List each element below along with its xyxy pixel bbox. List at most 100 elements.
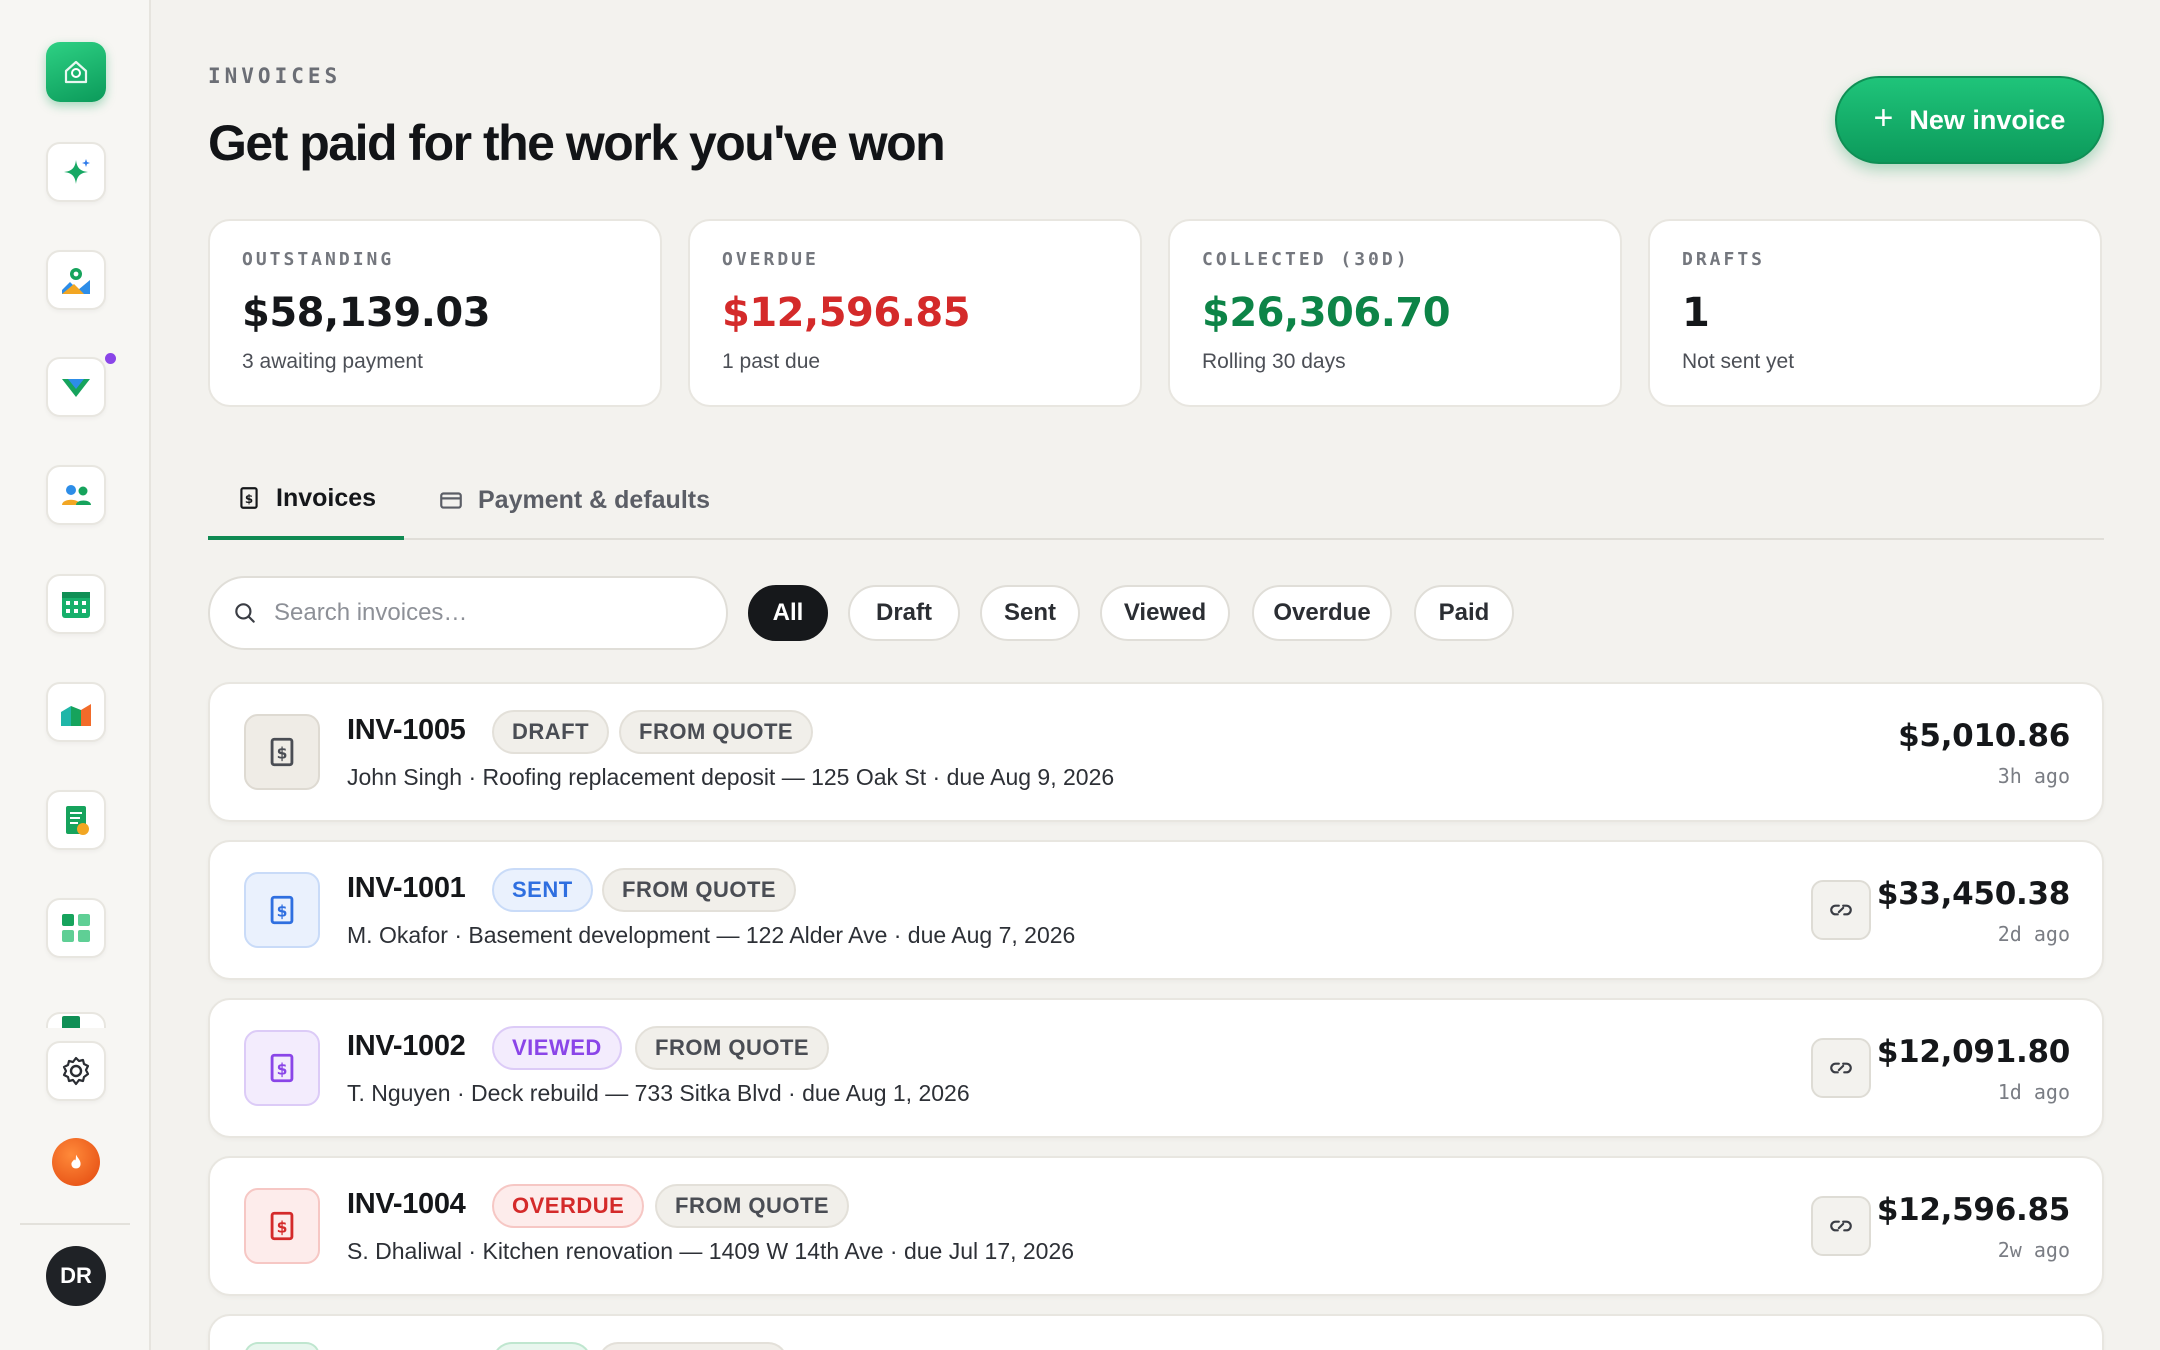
- svg-text:$: $: [277, 1060, 288, 1078]
- stat-value: 1: [1682, 290, 1710, 336]
- more-nav-item[interactable]: [46, 1012, 106, 1028]
- receipt-icon: $: [270, 895, 294, 925]
- stat-overdue: OVERDUE $12,596.85 1 past due: [688, 219, 1142, 407]
- svg-text:$: $: [277, 744, 288, 762]
- leads-icon: [62, 379, 90, 397]
- filter-draft[interactable]: Draft: [848, 585, 960, 641]
- plus-icon: +: [1873, 99, 1894, 137]
- leads-button[interactable]: [46, 353, 116, 417]
- map-button[interactable]: [46, 250, 106, 310]
- user-avatar[interactable]: DR: [46, 1246, 106, 1306]
- search-input[interactable]: [274, 599, 694, 627]
- invoice-id: INV-1004: [347, 1188, 466, 1220]
- stat-collected: COLLECTED (30D) $26,306.70 Rolling 30 da…: [1168, 219, 1622, 407]
- reports-icon: [61, 704, 91, 726]
- home-button[interactable]: [46, 42, 106, 102]
- copy-link-button[interactable]: [1811, 1038, 1871, 1098]
- stat-value: $58,139.03: [242, 290, 491, 336]
- receipt-icon: $: [270, 1211, 294, 1241]
- apps-icon: [62, 914, 90, 942]
- stat-subtext: 1 past due: [722, 350, 821, 373]
- filter-sent[interactable]: Sent: [980, 585, 1080, 641]
- invoice-row[interactable]: $ INV-1002 VIEWED FROM QUOTE T. Nguyen ·…: [208, 998, 2104, 1138]
- filter-viewed[interactable]: Viewed: [1100, 585, 1230, 641]
- sparkle-icon: [64, 159, 90, 184]
- source-badge: FROM QUOTE: [655, 1184, 850, 1228]
- calendar-button[interactable]: [46, 574, 106, 634]
- tab-payment-defaults[interactable]: Payment & defaults: [438, 460, 710, 540]
- invoice-id: INV-1005: [347, 714, 466, 746]
- svg-text:$: $: [277, 902, 288, 920]
- source-badge: FROM QUOTE: [619, 710, 814, 754]
- assistant-button[interactable]: [46, 142, 106, 202]
- invoice-amount: $12,596.85: [1876, 1192, 2070, 1228]
- search-icon: [235, 603, 255, 623]
- filter-overdue[interactable]: Overdue: [1252, 585, 1392, 641]
- copy-link-button[interactable]: [1811, 1196, 1871, 1256]
- stat-label: DRAFTS: [1682, 249, 1766, 270]
- source-badge: [598, 1342, 788, 1350]
- streak-icon: [71, 1154, 81, 1169]
- sidebar-divider: [20, 1223, 130, 1225]
- tab-bar: $ Invoices Payment & defaults: [208, 460, 2104, 540]
- status-badge: [492, 1342, 592, 1350]
- new-invoice-label: New invoice: [1909, 104, 2066, 135]
- stats-cards: OUTSTANDING $58,139.03 3 awaiting paymen…: [208, 219, 2104, 407]
- invoice-row-partial[interactable]: [208, 1314, 2104, 1350]
- card-icon: [440, 492, 462, 509]
- invoice-time: 3h ago: [1997, 764, 2070, 788]
- invoice-time: 1d ago: [1997, 1080, 2070, 1104]
- streak-button[interactable]: [52, 1138, 100, 1186]
- invoice-description: T. Nguyen · Deck rebuild — 733 Sitka Blv…: [347, 1080, 970, 1106]
- invoice-amount: $12,091.80: [1876, 1034, 2070, 1070]
- invoice-row[interactable]: $ INV-1004 OVERDUE FROM QUOTE S. Dhaliwa…: [208, 1156, 2104, 1296]
- invoice-time: 2d ago: [1997, 922, 2070, 946]
- copy-link-button[interactable]: [1811, 880, 1871, 940]
- tab-label: Payment & defaults: [478, 485, 711, 514]
- invoice-description: John Singh · Roofing replacement deposit…: [347, 764, 1115, 790]
- invoice-status-icon: $: [244, 1030, 320, 1106]
- reports-button[interactable]: [46, 682, 106, 742]
- invoice-status-icon: $: [244, 714, 320, 790]
- invoice-amount: $33,450.38: [1876, 876, 2070, 912]
- invoice-row[interactable]: $ INV-1005 DRAFT FROM QUOTE John Singh ·…: [208, 682, 2104, 822]
- stat-value: $12,596.85: [722, 290, 971, 336]
- filter-all[interactable]: All: [748, 585, 828, 641]
- stat-label: COLLECTED (30D): [1202, 249, 1410, 270]
- source-badge: FROM QUOTE: [635, 1026, 830, 1070]
- link-icon: [1830, 904, 1852, 916]
- tab-invoices[interactable]: $ Invoices: [208, 460, 405, 540]
- invoice-status-icon: $: [244, 872, 320, 948]
- invoices-nav-button[interactable]: [46, 790, 106, 850]
- customers-icon: [62, 485, 91, 505]
- link-icon: [1830, 1062, 1852, 1074]
- invoice-time: 2w ago: [1997, 1238, 2070, 1262]
- search-box[interactable]: [208, 576, 728, 650]
- settings-icon: [62, 1056, 90, 1086]
- filter-paid[interactable]: Paid: [1414, 585, 1514, 641]
- invoice-description: M. Okafor · Basement development — 122 A…: [347, 922, 1076, 948]
- apps-button[interactable]: [46, 898, 106, 958]
- svg-text:$: $: [245, 492, 253, 506]
- svg-text:$: $: [277, 1218, 288, 1236]
- invoice-amount: $5,010.86: [1898, 718, 2070, 754]
- stat-outstanding: OUTSTANDING $58,139.03 3 awaiting paymen…: [208, 219, 662, 407]
- invoice-row[interactable]: $ INV-1001 SENT FROM QUOTE M. Okafor · B…: [208, 840, 2104, 980]
- status-badge: SENT: [492, 868, 593, 912]
- customers-button[interactable]: [46, 465, 106, 525]
- new-invoice-button[interactable]: + New invoice: [1835, 76, 2104, 164]
- invoice-status-icon: [244, 1342, 320, 1350]
- calendar-icon: [62, 592, 90, 618]
- receipt-icon: $: [270, 1053, 294, 1083]
- stat-drafts: DRAFTS 1 Not sent yet: [1648, 219, 2102, 407]
- home-icon: [64, 60, 88, 84]
- invoice-id: INV-1001: [347, 872, 466, 904]
- tab-label: Invoices: [276, 483, 377, 512]
- receipt-icon: $: [240, 487, 258, 509]
- link-icon: [1830, 1220, 1852, 1232]
- page-title: Get paid for the work you've won: [208, 115, 946, 171]
- stat-subtext: 3 awaiting payment: [242, 350, 423, 373]
- settings-button[interactable]: [46, 1041, 106, 1101]
- status-badge: VIEWED: [492, 1026, 622, 1070]
- invoice-id: INV-1002: [347, 1030, 466, 1062]
